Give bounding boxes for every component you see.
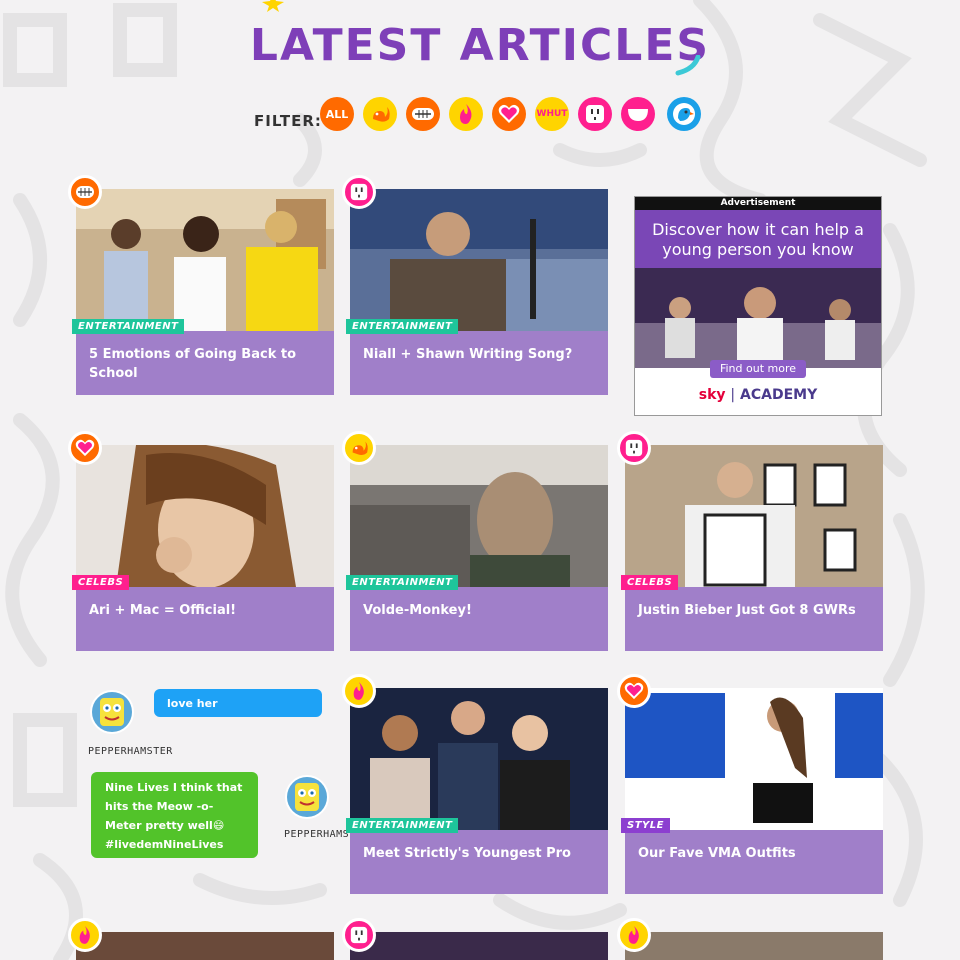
filter-socket-button[interactable] xyxy=(578,97,612,131)
article-badge xyxy=(342,175,376,209)
category-tag[interactable]: ENTERTAINMENT xyxy=(346,575,459,590)
title-swoosh-icon xyxy=(675,55,701,76)
article-headline[interactable]: Meet Strictly's Youngest Pro xyxy=(363,844,595,863)
article-band: Our Fave VMA Outfits xyxy=(625,830,883,894)
article-headline[interactable]: 5 Emotions of Going Back to School xyxy=(89,345,321,383)
article-headline[interactable]: Justin Bieber Just Got 8 GWRs xyxy=(638,601,870,620)
squirrel-icon xyxy=(352,441,368,455)
chat-username[interactable]: PEPPERHAMSTER xyxy=(88,746,173,757)
article-badge xyxy=(68,175,102,209)
ad-image xyxy=(635,268,881,368)
article-card[interactable]: Meet Strictly's Youngest Pro ENTERTAINME… xyxy=(342,674,608,894)
article-headline[interactable]: Niall + Shawn Writing Song? xyxy=(363,345,595,364)
category-tag[interactable]: ENTERTAINMENT xyxy=(346,818,459,833)
article-image xyxy=(350,932,608,960)
heart-icon xyxy=(624,682,644,700)
article-card[interactable]: Justin Bieber Just Got 8 GWRs CELEBS xyxy=(617,431,883,651)
article-image xyxy=(350,445,608,587)
article-badge xyxy=(617,431,651,465)
article-badge xyxy=(68,431,102,465)
filter-bird-button[interactable] xyxy=(667,97,701,131)
article-image xyxy=(350,688,608,830)
filter-all-button[interactable]: ALL xyxy=(320,97,354,131)
grin-icon xyxy=(412,108,434,120)
article-headline[interactable]: Our Fave VMA Outfits xyxy=(638,844,870,863)
article-badge xyxy=(617,674,651,708)
article-band: Ari + Mac = Official! xyxy=(76,587,334,651)
article-band: Meet Strictly's Youngest Pro xyxy=(350,830,608,894)
squirrel-icon xyxy=(373,107,390,122)
heart-icon xyxy=(498,104,520,123)
article-card[interactable] xyxy=(342,918,608,960)
ad-label: Advertisement xyxy=(635,197,881,210)
socket-icon xyxy=(350,926,368,944)
article-card[interactable]: 5 Emotions of Going Back to School ENTER… xyxy=(68,175,334,395)
article-headline[interactable]: Volde-Monkey! xyxy=(363,601,595,620)
article-badge xyxy=(342,918,376,952)
article-card[interactable] xyxy=(68,918,334,960)
filter-laugh-button[interactable] xyxy=(621,97,655,131)
fire-icon xyxy=(353,682,364,700)
category-tag[interactable]: CELEBS xyxy=(72,575,130,590)
article-band: 5 Emotions of Going Back to School xyxy=(76,331,334,395)
filter-fire-button[interactable] xyxy=(449,97,483,131)
category-tag[interactable]: STYLE xyxy=(621,818,670,833)
article-card[interactable]: Ari + Mac = Official! CELEBS xyxy=(68,431,334,651)
ad-brand-name: ACADEMY xyxy=(740,387,818,403)
article-badge xyxy=(342,431,376,465)
ad-headline: Discover how it can help a young person … xyxy=(635,210,881,268)
article-image xyxy=(76,932,334,960)
article-badge xyxy=(68,918,102,952)
filter-grin-button[interactable] xyxy=(406,97,440,131)
ad-brand-sky: sky xyxy=(698,387,726,403)
article-image xyxy=(625,932,883,960)
avatar[interactable] xyxy=(285,775,329,819)
ad-brand-divider: | xyxy=(730,387,736,403)
article-headline[interactable]: Ari + Mac = Official! xyxy=(89,601,321,620)
article-image xyxy=(76,445,334,587)
article-card[interactable]: Niall + Shawn Writing Song? ENTERTAINMEN… xyxy=(342,175,608,395)
article-card[interactable]: Volde-Monkey! ENTERTAINMENT xyxy=(342,431,608,651)
chat-message: love her xyxy=(154,689,322,717)
article-band: Volde-Monkey! xyxy=(350,587,608,651)
fire-icon xyxy=(460,104,472,124)
article-card[interactable]: Our Fave VMA Outfits STYLE xyxy=(617,674,883,894)
fire-icon xyxy=(79,926,90,944)
category-tag[interactable]: ENTERTAINMENT xyxy=(72,319,185,334)
filter-whut-button[interactable]: WHUT xyxy=(535,97,569,131)
socket-icon xyxy=(625,439,643,457)
star-icon xyxy=(262,0,284,12)
article-image xyxy=(350,189,608,331)
article-band: Niall + Shawn Writing Song? xyxy=(350,331,608,395)
category-tag[interactable]: CELEBS xyxy=(621,575,679,590)
whut-icon: WHUT xyxy=(536,109,568,119)
grin-icon xyxy=(76,186,94,198)
article-band: Justin Bieber Just Got 8 GWRs xyxy=(625,587,883,651)
bird-icon xyxy=(673,103,695,125)
article-image xyxy=(625,445,883,587)
find-out-more-button[interactable]: Find out more xyxy=(710,360,806,378)
article-image xyxy=(76,189,334,331)
article-badge xyxy=(617,918,651,952)
heart-icon xyxy=(75,439,95,457)
fire-icon xyxy=(628,926,639,944)
ad-brand: sky | ACADEMY xyxy=(635,387,881,403)
page-title: LATEST ARTICLES xyxy=(249,20,711,71)
filter-all-label: ALL xyxy=(325,107,349,121)
socket-icon xyxy=(586,105,604,123)
article-image xyxy=(625,688,883,830)
filter-label: FILTER: xyxy=(254,112,322,130)
avatar[interactable] xyxy=(90,690,134,734)
chat-message: Nine Lives I think that hits the Meow -o… xyxy=(91,772,258,858)
filter-squirrel-button[interactable] xyxy=(363,97,397,131)
category-tag[interactable]: ENTERTAINMENT xyxy=(346,319,459,334)
article-card[interactable] xyxy=(617,918,883,960)
advertisement[interactable]: Advertisement Discover how it can help a… xyxy=(634,196,882,416)
article-badge xyxy=(342,674,376,708)
socket-icon xyxy=(350,183,368,201)
laugh-icon xyxy=(628,109,648,121)
filter-heart-button[interactable] xyxy=(492,97,526,131)
